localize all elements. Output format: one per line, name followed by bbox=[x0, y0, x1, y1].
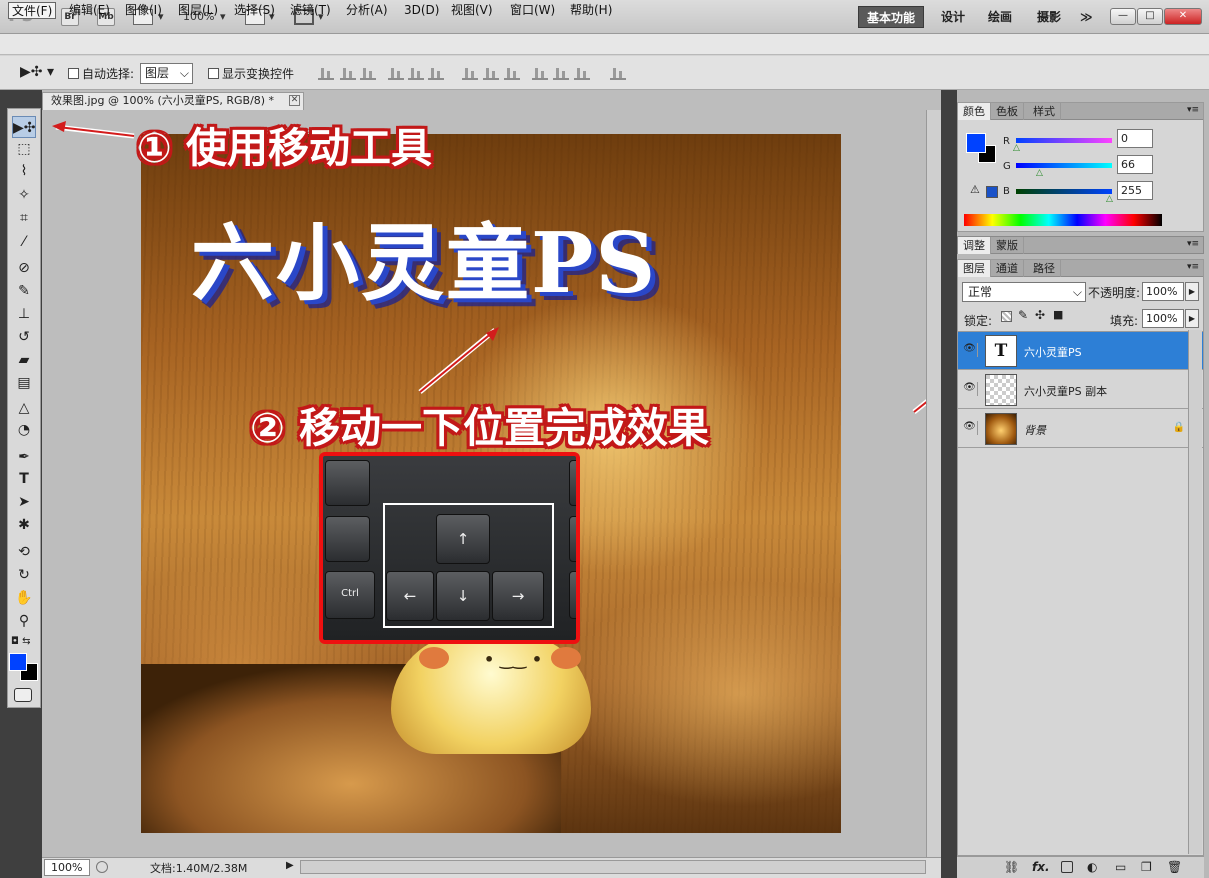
eye-icon[interactable]: 👁 bbox=[962, 382, 978, 396]
fill-slider-arrow-icon[interactable]: ▶ bbox=[1185, 309, 1199, 328]
tab-paths[interactable]: 路径 bbox=[1028, 260, 1061, 277]
layers-scrollbar[interactable] bbox=[1188, 330, 1202, 854]
group-icon[interactable]: ▭ bbox=[1115, 860, 1126, 874]
background-thumbnail bbox=[985, 413, 1017, 445]
text-layer-thumbnail: T bbox=[985, 335, 1017, 367]
panel-menu-icon[interactable]: ▾≡ bbox=[1187, 262, 1199, 272]
layer-row[interactable]: 👁 六小灵童PS 副本 bbox=[958, 371, 1203, 409]
slider-thumb-icon[interactable]: △ bbox=[1106, 194, 1113, 204]
tab-color[interactable]: 颜色 bbox=[958, 103, 991, 120]
lock-transparency-icon[interactable] bbox=[1001, 311, 1012, 322]
lock-label: 锁定: bbox=[964, 314, 993, 328]
fx-icon[interactable]: fx. bbox=[1032, 860, 1050, 874]
panel-menu-icon[interactable]: ▾≡ bbox=[1187, 105, 1199, 115]
layer-name[interactable]: 六小灵童PS bbox=[1024, 344, 1082, 360]
gamut-color-swatch[interactable] bbox=[986, 186, 998, 198]
blue-label: B bbox=[1003, 186, 1010, 197]
vertical-scrollbar[interactable] bbox=[926, 110, 941, 857]
tab-layers[interactable]: 图层 bbox=[958, 260, 991, 277]
panel-collapse-strip bbox=[941, 90, 957, 878]
fill-field[interactable]: 100% bbox=[1142, 309, 1184, 328]
blend-mode-value: 正常 bbox=[968, 285, 993, 299]
red-label: R bbox=[1003, 136, 1010, 147]
chevron-down-icon: ⌵ bbox=[1072, 285, 1082, 299]
eye-icon[interactable]: 👁 bbox=[962, 343, 978, 357]
link-icon[interactable]: ⛓ bbox=[1004, 860, 1019, 874]
blend-mode-dropdown[interactable]: 正常 ⌵ bbox=[962, 282, 1086, 302]
fill-label: 填充: bbox=[1110, 314, 1139, 328]
green-value-field[interactable]: 66 bbox=[1117, 155, 1153, 174]
trash-icon[interactable]: 🗑 bbox=[1167, 860, 1182, 874]
keyboard-key bbox=[325, 516, 370, 562]
mask-icon[interactable] bbox=[1061, 861, 1073, 873]
lock-icon: 🔒 bbox=[1172, 422, 1185, 433]
ctrl-key: Ctrl bbox=[325, 571, 375, 619]
layers-panel-footer: ⛓ fx. ◐ ▭ ❐ 🗑 bbox=[957, 856, 1204, 878]
keyboard-key bbox=[569, 460, 576, 506]
document-size-info: 文档:1.40M/2.38M bbox=[150, 862, 248, 875]
adjustments-panel-tabs: 调整 蒙版 ▾≡ bbox=[957, 236, 1204, 254]
status-menu-arrow-icon[interactable]: ▶ bbox=[286, 860, 294, 871]
eye-icon[interactable]: 👁 bbox=[962, 421, 978, 435]
blue-slider[interactable] bbox=[1016, 189, 1112, 194]
layer-thumbnail bbox=[985, 374, 1017, 406]
new-layer-icon[interactable]: ❐ bbox=[1141, 860, 1152, 874]
color-panel: 颜色 色板 样式 ▾≡ ⚠ R △ 0 G △ 66 B △ 255 bbox=[957, 102, 1204, 232]
keyboard-key bbox=[569, 516, 576, 562]
color-ramp[interactable] bbox=[964, 214, 1162, 226]
slider-thumb-icon[interactable]: △ bbox=[1036, 168, 1043, 178]
blue-value-field[interactable]: 255 bbox=[1117, 181, 1153, 200]
layer-name[interactable]: 六小灵童PS 副本 bbox=[1024, 383, 1107, 399]
opacity-field[interactable]: 100% bbox=[1142, 282, 1184, 301]
green-label: G bbox=[1003, 161, 1011, 172]
lock-all-icon[interactable]: ■ bbox=[1053, 308, 1063, 321]
out-of-gamut-warning-icon[interactable]: ⚠ bbox=[970, 183, 980, 196]
adjustment-icon[interactable]: ◐ bbox=[1087, 860, 1097, 874]
opacity-label: 不透明度: bbox=[1088, 286, 1141, 300]
red-slider[interactable] bbox=[1016, 138, 1112, 143]
layer-name[interactable]: 背景 bbox=[1024, 422, 1046, 438]
layer-row[interactable]: 👁 背景 🔒 bbox=[958, 410, 1203, 448]
horizontal-scrollbar[interactable] bbox=[300, 860, 926, 874]
opacity-slider-arrow-icon[interactable]: ▶ bbox=[1185, 282, 1199, 301]
tab-swatches[interactable]: 色板 bbox=[991, 103, 1024, 120]
panel-menu-icon[interactable]: ▾≡ bbox=[1187, 239, 1199, 249]
keyboard-inset-image: Ctrl ↑ ← ↓ → bbox=[319, 452, 580, 644]
color-fg-swatch[interactable] bbox=[966, 133, 986, 153]
tab-masks[interactable]: 蒙版 bbox=[991, 237, 1024, 254]
arrow-keys-highlight bbox=[383, 503, 554, 628]
tab-adjustments[interactable]: 调整 bbox=[958, 237, 991, 254]
lock-pixels-icon[interactable]: ✎ bbox=[1018, 308, 1028, 322]
keyboard-key bbox=[325, 460, 370, 506]
status-icon[interactable] bbox=[96, 861, 108, 873]
status-zoom-field[interactable]: 100% bbox=[44, 859, 90, 876]
slider-thumb-icon[interactable]: △ bbox=[1013, 143, 1020, 153]
tab-channels[interactable]: 通道 bbox=[991, 260, 1024, 277]
layers-panel: 图层 通道 路径 ▾≡ 正常 ⌵ 不透明度: 100% ▶ 锁定: ✎ ✣ ■ 填… bbox=[957, 259, 1204, 856]
layer-row[interactable]: 👁 T 六小灵童PS bbox=[958, 332, 1203, 370]
red-value-field[interactable]: 0 bbox=[1117, 129, 1153, 148]
keyboard-key bbox=[569, 571, 576, 619]
lock-position-icon[interactable]: ✣ bbox=[1035, 308, 1045, 322]
green-slider[interactable] bbox=[1016, 163, 1112, 168]
tab-styles[interactable]: 样式 bbox=[1028, 103, 1061, 120]
